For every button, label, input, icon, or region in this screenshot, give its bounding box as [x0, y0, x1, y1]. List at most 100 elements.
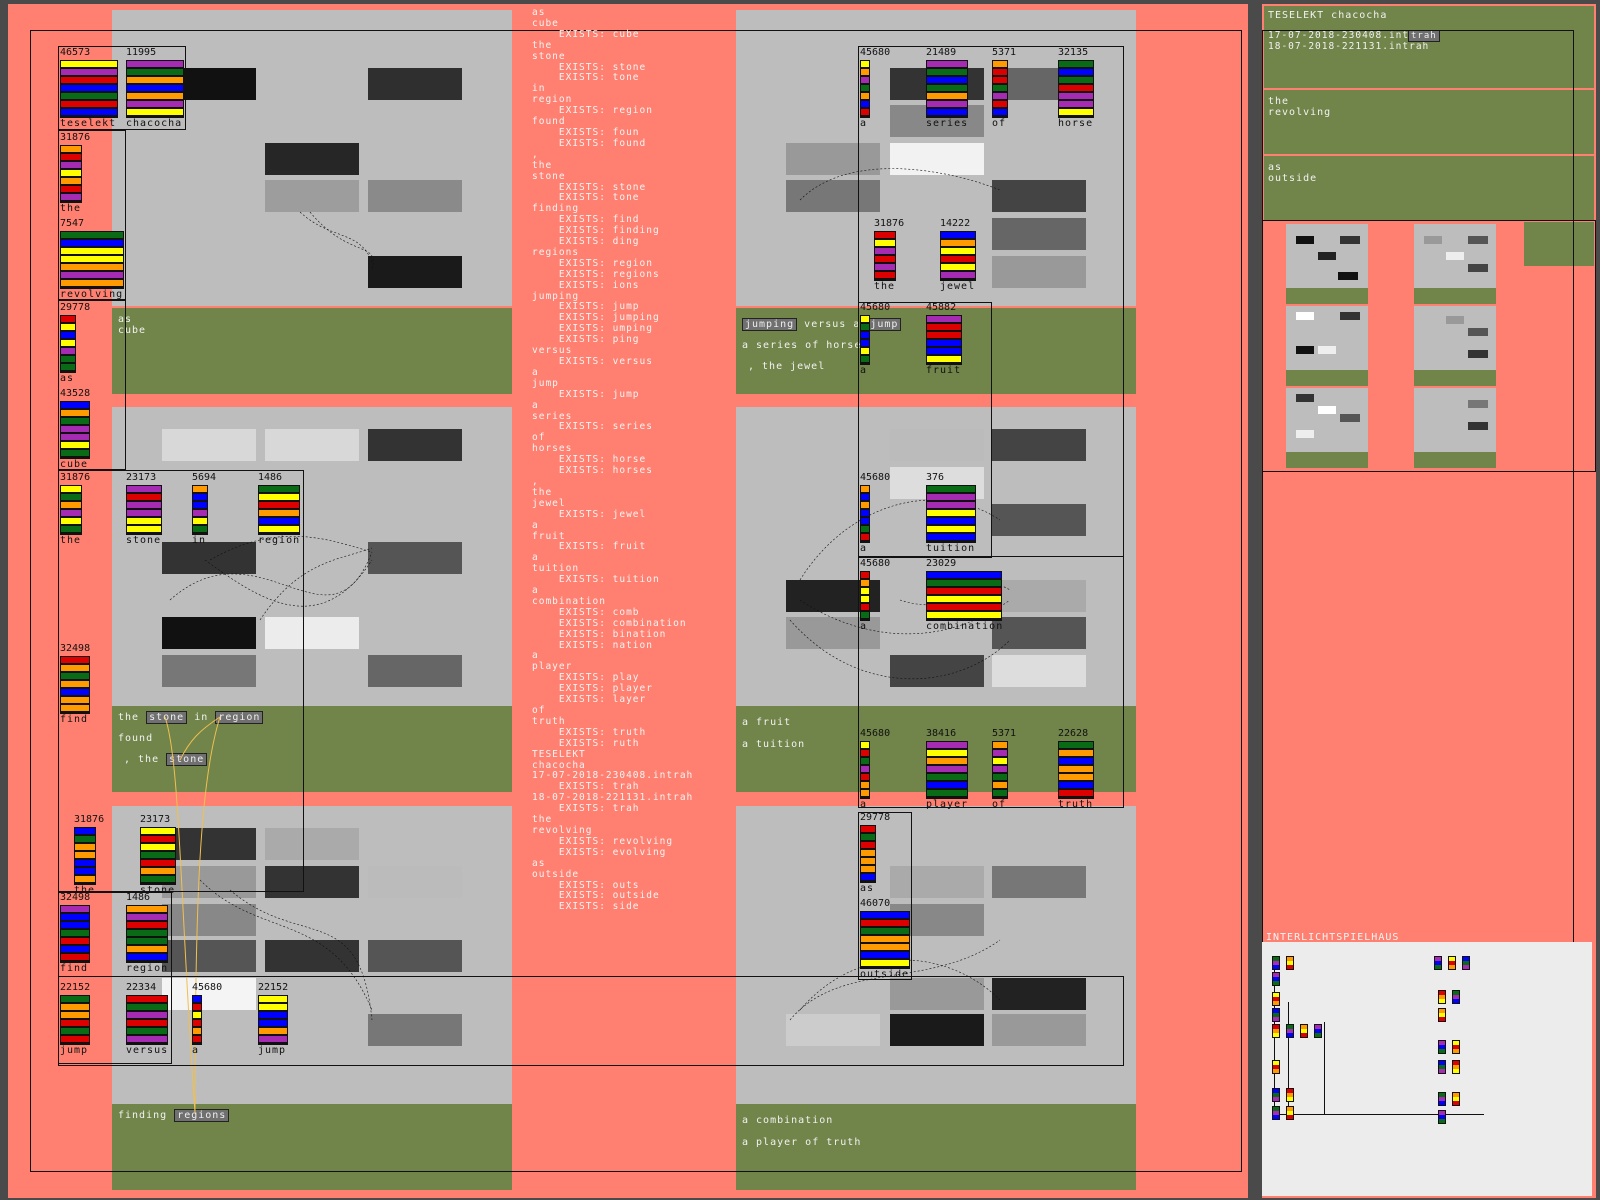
- word-label: chacocha: [126, 118, 183, 129]
- word-count: 22152: [60, 982, 91, 993]
- color-bar-stack: [74, 827, 96, 885]
- word-count: 23029: [926, 558, 957, 569]
- word-count: 21489: [926, 47, 957, 58]
- word-label: cube: [60, 459, 89, 470]
- color-bar-stack: [860, 485, 870, 543]
- word-label: region: [258, 535, 301, 546]
- color-bar-stack: [860, 315, 870, 365]
- legend-mini-stack: [1272, 1060, 1280, 1074]
- word-count: 22628: [1058, 728, 1089, 739]
- legend-mini-stack: [1286, 1024, 1294, 1038]
- color-bar-stack: [60, 145, 82, 203]
- word-count: 22334: [126, 982, 157, 993]
- color-bar-stack: [60, 485, 82, 535]
- color-bar-stack: [60, 315, 76, 373]
- color-bar-stack: [140, 827, 176, 885]
- word-count: 32135: [1058, 47, 1089, 58]
- word-count: 23173: [140, 814, 171, 825]
- word-label: truth: [1058, 799, 1094, 810]
- legend-tree: [1274, 1114, 1484, 1115]
- word-count: 1486: [126, 892, 151, 903]
- word-label: jump: [60, 1045, 89, 1056]
- word-label: a: [860, 621, 868, 632]
- word-label: tuition: [926, 543, 976, 554]
- word-count: 46573: [60, 47, 91, 58]
- color-bar-stack: [926, 60, 968, 118]
- page-thumbnail[interactable]: [1414, 388, 1496, 468]
- color-bar-stack: [926, 315, 962, 365]
- word-count: 31876: [874, 218, 905, 229]
- word-count: 45680: [860, 47, 891, 58]
- word-count: 32498: [60, 892, 91, 903]
- color-bar-stack: [926, 571, 1002, 621]
- page-thumbnail[interactable]: [1414, 224, 1496, 304]
- legend-mini-stack: [1448, 956, 1456, 970]
- page-thumbnail[interactable]: [1286, 224, 1368, 304]
- word-count: 29778: [860, 812, 891, 823]
- word-count: 32498: [60, 643, 91, 654]
- word-count: 14222: [940, 218, 971, 229]
- word-count: 38416: [926, 728, 957, 739]
- word-count: 45882: [926, 302, 957, 313]
- color-bar-stack: [926, 741, 968, 799]
- legend-mini-stack: [1452, 990, 1460, 1004]
- word-count: 5371: [992, 728, 1017, 739]
- color-bar-stack: [126, 485, 162, 535]
- color-bar-stack: [126, 60, 184, 118]
- word-label: the: [60, 203, 82, 214]
- word-count: 31876: [74, 814, 105, 825]
- color-bar-stack: [60, 995, 90, 1045]
- legend-mini-stack: [1438, 1092, 1446, 1106]
- legend-mini-stack: [1272, 1008, 1280, 1022]
- color-bar-stack: [126, 905, 168, 963]
- legend-mini-stack: [1272, 972, 1280, 986]
- word-count: 43528: [60, 388, 91, 399]
- legend-mini-stack: [1272, 992, 1280, 1006]
- word-label: teselekt: [60, 118, 117, 129]
- word-label: the: [60, 535, 82, 546]
- word-count: 22152: [258, 982, 289, 993]
- word-label: find: [60, 714, 89, 725]
- page-thumbnail[interactable]: [1286, 306, 1368, 386]
- color-bar-stack: [860, 571, 870, 621]
- word-label: combination: [926, 621, 1004, 632]
- word-label: horse: [1058, 118, 1094, 129]
- color-bar-stack: [258, 485, 300, 535]
- word-count: 5694: [192, 472, 217, 483]
- legend-mini-stack: [1272, 1088, 1280, 1102]
- word-label: stone: [126, 535, 162, 546]
- word-count: 31876: [60, 132, 91, 143]
- color-bar-stack: [860, 825, 876, 883]
- word-label: find: [60, 963, 89, 974]
- word-count: 11995: [126, 47, 157, 58]
- legend-mini-stack: [1434, 956, 1442, 970]
- word-count: 45680: [192, 982, 223, 993]
- word-label: revolving: [60, 289, 124, 300]
- word-label: a: [860, 365, 868, 376]
- legend-mini-stack: [1272, 1106, 1280, 1120]
- legend-tree: [1324, 1022, 1325, 1114]
- sidebar-title: TESELEKT chacocha: [1268, 10, 1388, 21]
- page-thumbnail[interactable]: [1286, 388, 1368, 468]
- word-label: series: [926, 118, 969, 129]
- word-label: versus: [126, 1045, 169, 1056]
- word-count: 45680: [860, 728, 891, 739]
- legend-mini-stack: [1286, 1088, 1294, 1102]
- word-label: jump: [258, 1045, 287, 1056]
- color-bar-stack: [60, 401, 90, 459]
- legend-mini-stack: [1438, 1060, 1446, 1074]
- page-thumbnail[interactable]: [1414, 306, 1496, 386]
- color-bar-stack: [860, 60, 870, 118]
- color-bar-stack: [60, 656, 90, 714]
- word-label: as: [860, 883, 875, 894]
- word-count: 45680: [860, 558, 891, 569]
- color-bar-stack: [258, 995, 288, 1045]
- word-label: player: [926, 799, 969, 810]
- color-bar-stack: [1058, 741, 1094, 799]
- word-count: 5371: [992, 47, 1017, 58]
- color-bar-stack: [940, 231, 976, 281]
- word-label: of: [992, 799, 1007, 810]
- legend-mini-stack: [1286, 1106, 1294, 1120]
- legend-mini-stack: [1272, 956, 1280, 970]
- color-bar-stack: [192, 485, 208, 535]
